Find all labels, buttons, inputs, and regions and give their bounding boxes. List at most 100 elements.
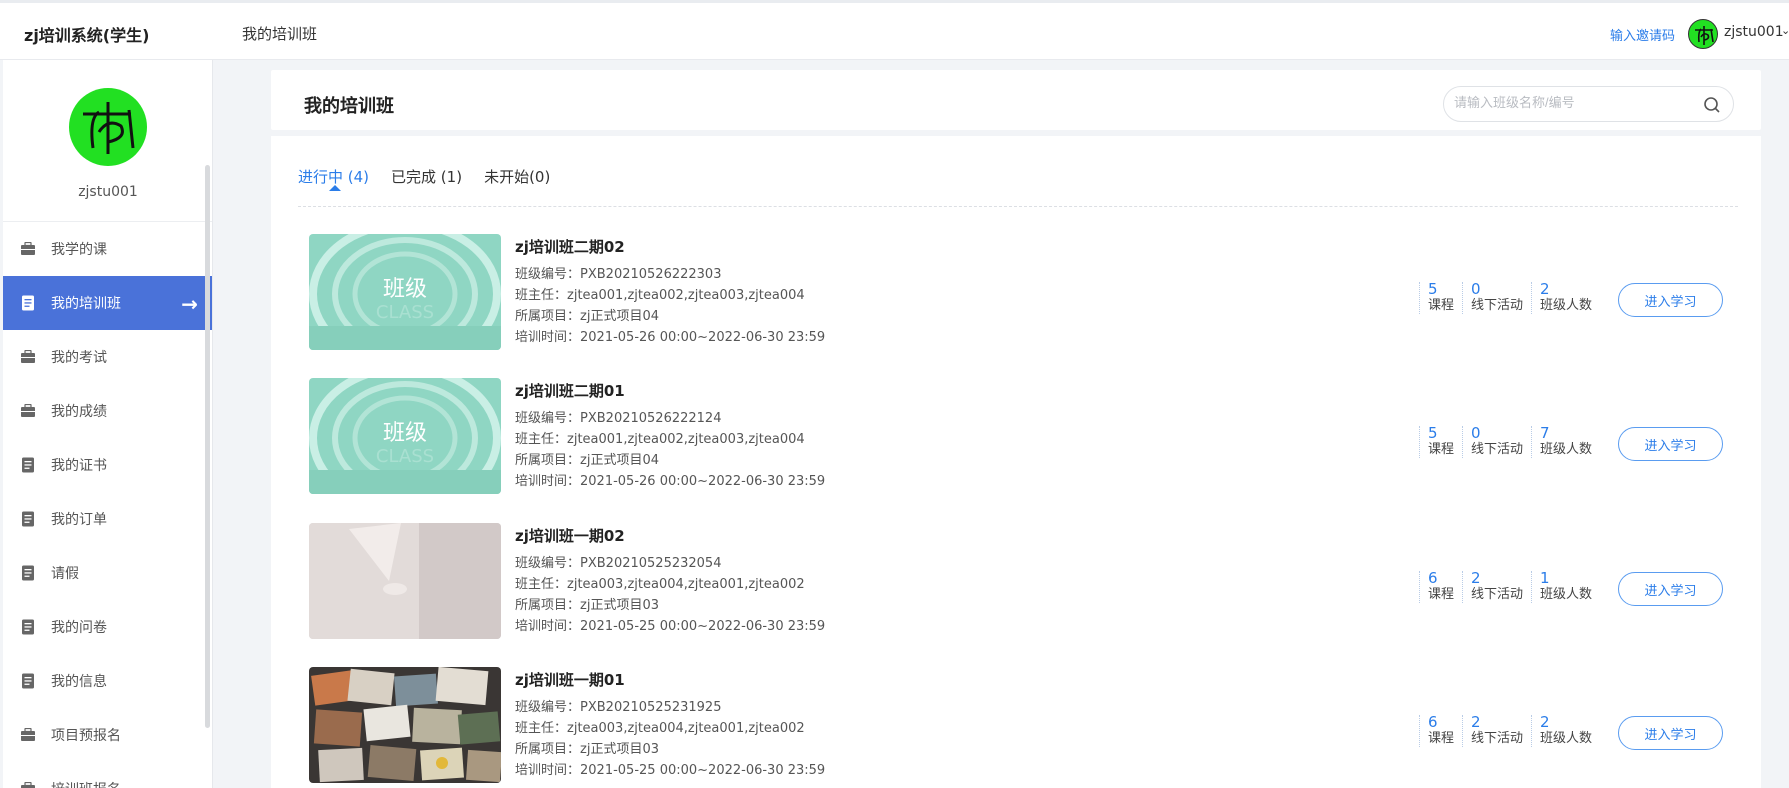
class-project: 所属项目：zj正式项目04: [515, 306, 825, 327]
sidebar-item[interactable]: 项目预报名: [3, 708, 212, 762]
sidebar-item[interactable]: 培训班报名: [3, 762, 212, 788]
stat-offline-value: 2: [1471, 569, 1481, 587]
stat-courses-label: 课程: [1428, 731, 1455, 746]
class-cover-image[interactable]: [309, 523, 501, 639]
enter-study-button[interactable]: 进入学习: [1618, 572, 1723, 606]
class-name[interactable]: zj培训班二期02: [515, 236, 825, 257]
class-time-label: 培训时间：: [515, 474, 581, 489]
document-icon: [19, 511, 37, 527]
top-username[interactable]: zjstu001: [1724, 24, 1784, 40]
sidebar-item-label: 我的证书: [51, 458, 107, 474]
class-project: 所属项目：zj正式项目03: [515, 739, 825, 760]
sidebar-item-label: 我的培训班: [51, 296, 121, 312]
thumb-subtitle: CLASS: [376, 302, 434, 323]
stat-members: 1 班级人数: [1531, 571, 1592, 603]
sidebar-scrollbar[interactable]: [205, 165, 210, 728]
sidebar-item[interactable]: 我的考试: [3, 330, 212, 384]
class-teachers-value: zjtea001,zjtea002,zjtea003,zjtea004: [567, 288, 805, 303]
top-nav-my-classes[interactable]: 我的培训班: [242, 23, 317, 44]
class-time-value: 2021-05-26 00:00~2022-06-30 23:59: [580, 330, 826, 345]
sidebar-item[interactable]: 我的信息: [3, 654, 212, 708]
stat-members: 2 班级人数: [1531, 715, 1592, 747]
class-row: 班级 CLASS zj培训班二期02 班级编号：PXB20210526222303 班主…: [309, 234, 1739, 350]
invite-code-link[interactable]: 输入邀请码: [1610, 25, 1675, 44]
enter-study-button[interactable]: 进入学习: [1618, 283, 1723, 317]
stat-members-label: 班级人数: [1540, 442, 1593, 457]
document-icon: [19, 673, 37, 689]
class-teachers-label: 班主任：: [515, 432, 568, 447]
stat-members-label: 班级人数: [1540, 731, 1593, 746]
class-code: 班级编号：PXB20210526222303: [515, 264, 825, 285]
sidebar-item-label: 我的问卷: [51, 620, 107, 636]
sidebar-item[interactable]: 请假: [3, 546, 212, 600]
class-time-label: 培训时间：: [515, 330, 581, 345]
class-cover-image[interactable]: [309, 667, 501, 783]
class-project-value: zj正式项目04: [580, 453, 659, 468]
class-teachers-value: zjtea001,zjtea002,zjtea003,zjtea004: [567, 432, 805, 447]
class-project-label: 所属项目：: [515, 453, 581, 468]
search-box[interactable]: [1443, 86, 1734, 122]
avatar[interactable]: [69, 88, 147, 166]
class-teachers-value: zjtea003,zjtea004,zjtea001,zjtea002: [567, 721, 805, 736]
enter-study-button[interactable]: 进入学习: [1618, 427, 1723, 461]
briefcase-icon: [19, 727, 37, 743]
class-project-label: 所属项目：: [515, 742, 581, 757]
class-time-value: 2021-05-26 00:00~2022-06-30 23:59: [580, 474, 826, 489]
enter-study-button[interactable]: 进入学习: [1618, 716, 1723, 750]
main-content: 我的培训班 进行中 (4) 已完成 (1) 未开始(0) 班级CLASS zj培训班二…: [271, 60, 1761, 788]
sidebar-item[interactable]: 我的证书: [3, 438, 212, 492]
stat-courses-value: 6: [1428, 569, 1438, 587]
class-info: zj培训班一期02 班级编号：PXB20210525232054 班主任：zjtea…: [515, 525, 825, 637]
stat-members: 2 班级人数: [1531, 282, 1592, 314]
class-name[interactable]: zj培训班二期01: [515, 380, 825, 401]
class-project-value: zj正式项目03: [580, 598, 659, 613]
sidebar-item[interactable]: 我的成绩: [3, 384, 212, 438]
top-avatar[interactable]: [1688, 19, 1718, 49]
tab-1[interactable]: 已完成 (1): [391, 166, 462, 187]
search-input[interactable]: [1454, 95, 1694, 110]
briefcase-icon: [19, 781, 37, 788]
class-teachers: 班主任：zjtea001,zjtea002,zjtea003,zjtea004: [515, 285, 825, 306]
class-stats: 6 课程 2 线下活动 1 班级人数: [1419, 571, 1600, 603]
class-code-value: PXB20210526222303: [580, 267, 722, 282]
stat-courses-label: 课程: [1428, 298, 1455, 313]
sidebar-item[interactable]: 我学的课: [3, 222, 212, 276]
class-time-value: 2021-05-25 00:00~2022-06-30 23:59: [580, 619, 826, 634]
class-code-label: 班级编号：: [515, 267, 581, 282]
search-icon[interactable]: [1703, 96, 1721, 114]
sidebar-item-label: 项目预报名: [51, 728, 121, 744]
class-time-label: 培训时间：: [515, 619, 581, 634]
sidebar-item[interactable]: 我的培训班 →: [3, 276, 212, 330]
class-cover-image[interactable]: 班级 CLASS: [309, 234, 501, 350]
document-icon: [19, 565, 37, 581]
class-stats: 6 课程 2 线下活动 2 班级人数: [1419, 715, 1600, 747]
profile-panel: zjstu001: [3, 60, 212, 222]
sidebar: zjstu001 我学的课 我的培训班 → 我的考试我的成绩我的证书我的订单 请假我的问…: [3, 60, 213, 788]
class-cover-image[interactable]: 班级 CLASS: [309, 378, 501, 494]
stat-members-value: 2: [1540, 280, 1550, 298]
stat-members-value: 7: [1540, 424, 1550, 442]
class-name[interactable]: zj培训班一期02: [515, 525, 825, 546]
class-time-label: 培训时间：: [515, 763, 581, 778]
class-teachers: 班主任：zjtea003,zjtea004,zjtea001,zjtea002: [515, 718, 825, 739]
document-icon: [19, 619, 37, 635]
tab-0[interactable]: 进行中 (4): [298, 166, 369, 187]
class-code-value: PXB20210525232054: [580, 556, 722, 571]
profile-username: zjstu001: [78, 184, 138, 200]
tab-2[interactable]: 未开始(0): [484, 166, 550, 187]
class-time: 培训时间：2021-05-26 00:00~2022-06-30 23:59: [515, 471, 825, 492]
class-row: 班级 CLASS zj培训班二期01 班级编号：PXB20210526222124 班主…: [309, 378, 1739, 494]
document-icon: [19, 457, 37, 473]
sidebar-item[interactable]: 我的问卷: [3, 600, 212, 654]
sidebar-item[interactable]: 我的订单: [3, 492, 212, 546]
page-header: 我的培训班: [271, 70, 1761, 130]
class-code-label: 班级编号：: [515, 556, 581, 571]
chevron-down-icon[interactable]: ⌄: [1781, 24, 1789, 37]
active-tab-pointer: [329, 185, 341, 191]
class-name[interactable]: zj培训班一期01: [515, 669, 825, 690]
class-code-value: PXB20210525231925: [580, 700, 722, 715]
class-project-value: zj正式项目04: [580, 309, 659, 324]
sidebar-item-label: 我的考试: [51, 350, 107, 366]
stat-offline-label: 线下活动: [1471, 587, 1524, 602]
class-project: 所属项目：zj正式项目03: [515, 595, 825, 616]
